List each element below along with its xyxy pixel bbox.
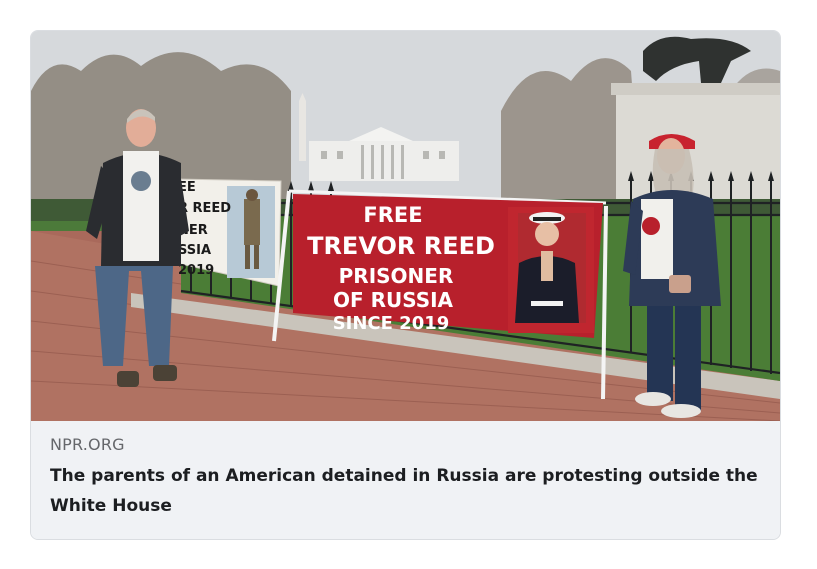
link-caption[interactable]: NPR.ORG The parents of an American detai… — [31, 421, 780, 539]
article-photo[interactable]: EE R REED NER SSIA 2019 FREE TREVOR REED… — [31, 31, 780, 421]
banner-line5: SINCE 2019 — [333, 313, 450, 334]
source-domain: NPR.ORG — [50, 435, 125, 454]
small-sign-line5: 2019 — [178, 263, 214, 278]
banner-line4: OF RUSSIA — [333, 288, 454, 312]
article-headline[interactable]: The parents of an American detained in R… — [50, 461, 765, 521]
small-sign-line4: SSIA — [178, 243, 211, 258]
banner-line1: FREE — [363, 203, 422, 227]
banner-line3: PRISONER — [339, 264, 454, 288]
protest-photo: EE R REED NER SSIA 2019 FREE TREVOR REED… — [31, 31, 780, 421]
link-preview-card[interactable]: EE R REED NER SSIA 2019 FREE TREVOR REED… — [30, 30, 781, 540]
banner-line2: TREVOR REED — [307, 232, 495, 260]
